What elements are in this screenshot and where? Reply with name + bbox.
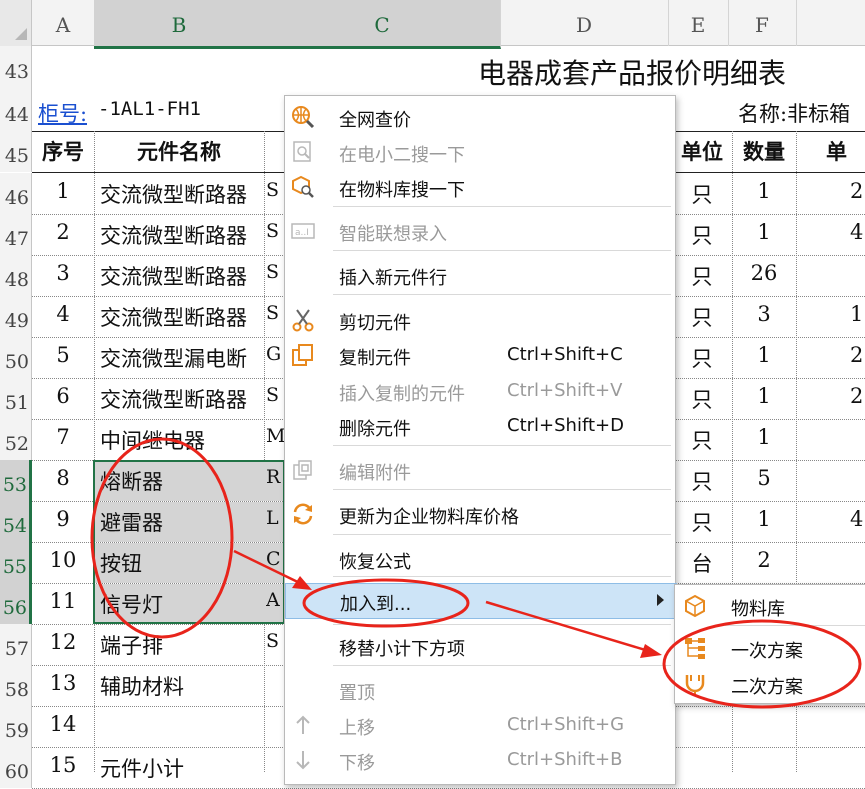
annotation-circle-add-to [302,578,470,628]
annotation-circle-schemes [662,619,862,709]
annotation-arrowhead-2 [640,644,662,658]
annotation-overlay [90,437,862,709]
annotation-circle-selection [90,437,234,639]
annotation-arrow-1 [233,549,307,588]
annotation-arrowhead-1 [292,576,312,590]
annotation-arrow-2 [485,600,653,654]
